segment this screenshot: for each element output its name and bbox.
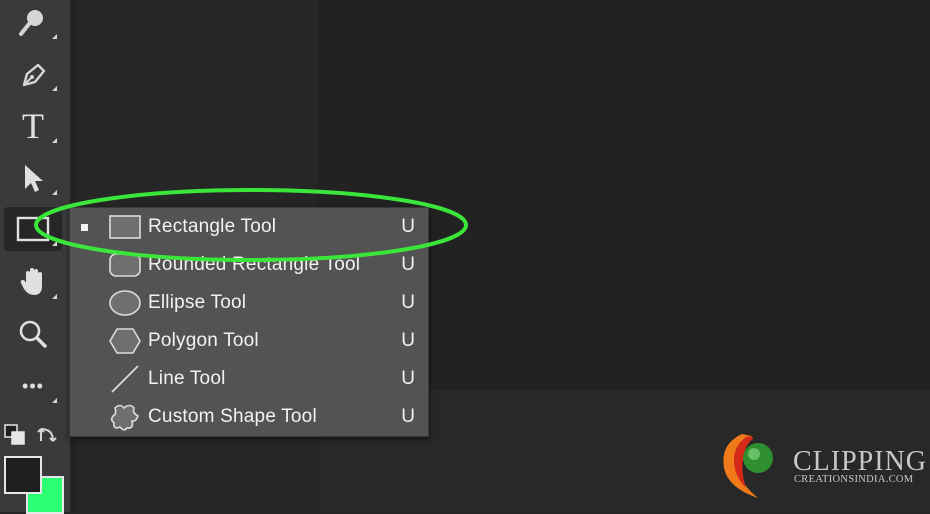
hand-icon — [20, 268, 42, 295]
menu-item-line-tool[interactable]: Line Tool U — [70, 360, 428, 398]
clipping-creations-logo: CLIPPING CREATIONSINDIA.COM — [718, 430, 926, 502]
menu-item-label: Ellipse Tool — [148, 292, 247, 313]
custom-shape-icon — [110, 404, 139, 431]
swap-colors-icon[interactable] — [36, 422, 60, 446]
more-icon: ••• — [22, 375, 44, 396]
tool-group-indicator — [52, 294, 57, 299]
menu-item-label: Custom Shape Tool — [148, 406, 317, 427]
menu-item-shortcut: U — [401, 406, 415, 427]
line-shape-icon — [111, 365, 139, 393]
menu-item-shortcut: U — [401, 330, 415, 351]
logo-subtitle-text: CREATIONSINDIA.COM — [794, 474, 914, 485]
menu-item-ellipse-tool[interactable]: Ellipse Tool U — [70, 284, 428, 322]
magic-wand-tool-button[interactable] — [4, 0, 62, 44]
menu-item-polygon-tool[interactable]: Polygon Tool U — [70, 322, 428, 360]
zoom-icon — [19, 320, 47, 348]
highlight-ellipse-annotation — [34, 188, 468, 262]
hand-tool-button[interactable] — [4, 260, 62, 304]
menu-item-label: Polygon Tool — [148, 330, 259, 351]
tool-group-indicator — [52, 398, 57, 403]
foreground-color-swatch[interactable] — [4, 456, 42, 494]
ellipse-shape-icon — [109, 290, 141, 316]
pen-icon — [22, 63, 46, 87]
zoom-tool-button[interactable] — [4, 312, 62, 356]
type-tool-button[interactable]: T — [4, 104, 62, 148]
tool-group-indicator — [52, 34, 57, 39]
polygon-shape-icon — [109, 328, 141, 354]
menu-item-shortcut: U — [401, 368, 415, 389]
tool-group-indicator — [52, 138, 57, 143]
default-colors-icon[interactable] — [4, 424, 26, 446]
magic-wand-icon — [19, 10, 43, 36]
tool-group-indicator — [52, 86, 57, 91]
menu-item-label: Line Tool — [148, 368, 226, 389]
type-icon: T — [22, 106, 44, 146]
menu-item-custom-shape-tool[interactable]: Custom Shape Tool U — [70, 398, 428, 436]
logo-mark-icon — [723, 434, 773, 498]
edit-toolbar-button[interactable]: ••• — [4, 364, 62, 408]
menu-item-shortcut: U — [401, 292, 415, 313]
pen-tool-button[interactable] — [4, 52, 62, 96]
